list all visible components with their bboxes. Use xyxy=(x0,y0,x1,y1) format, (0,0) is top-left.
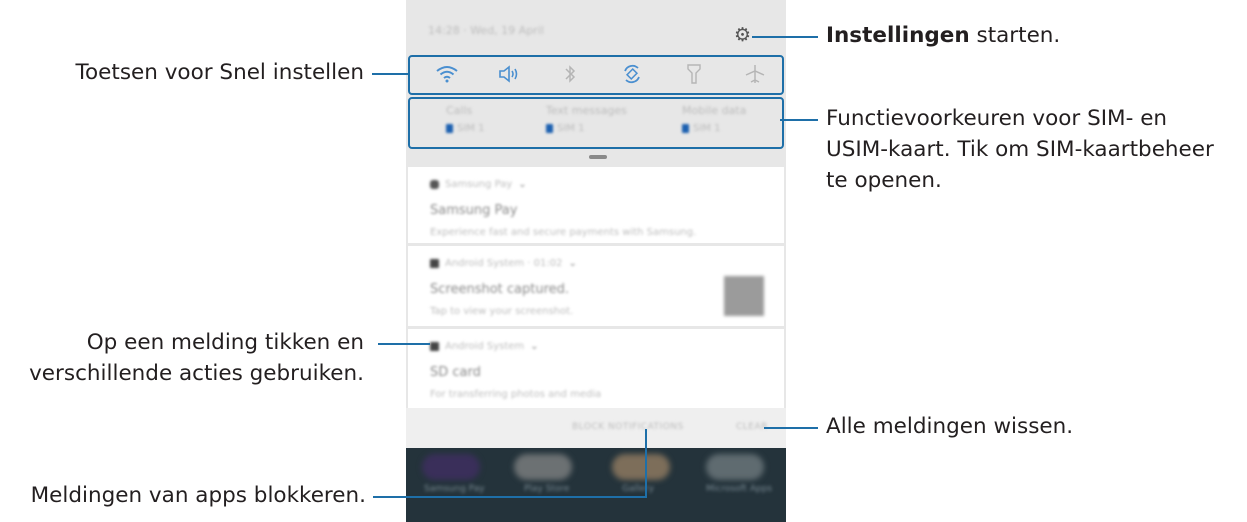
dock-label: Samsung Pay xyxy=(424,484,485,494)
notification-card[interactable]: Android System ⌄ SD card For transferring… xyxy=(408,329,784,408)
callout-settings: Instellingen starten. xyxy=(826,23,1061,48)
callout-line-sim xyxy=(780,119,818,121)
notification-text: For transferring photos and media xyxy=(430,389,602,400)
app-icon[interactable] xyxy=(612,454,670,480)
gear-icon[interactable]: ⚙ xyxy=(734,24,751,46)
notification-app-name: Android System xyxy=(445,341,525,352)
quick-settings-highlight xyxy=(408,55,784,95)
screenshot-thumbnail[interactable] xyxy=(724,276,764,316)
chevron-down-icon[interactable]: ⌄ xyxy=(518,179,526,190)
samsung-pay-app-icon xyxy=(430,180,439,189)
notification-header: 14:28 · Wed, 19 April ⚙ xyxy=(406,14,786,52)
callout-quick-settings: Toetsen voor Snel instellen xyxy=(75,60,364,85)
notification-text: Tap to view your screenshot. xyxy=(430,306,574,317)
notification-card[interactable]: Samsung Pay ⌄ Samsung Pay Experience fast… xyxy=(408,167,784,243)
sd-card-app-icon xyxy=(430,342,439,351)
status-datetime: 14:28 · Wed, 19 April xyxy=(428,24,544,37)
app-icon[interactable] xyxy=(514,454,572,480)
notification-title: Samsung Pay xyxy=(430,203,518,218)
callout-line-settings xyxy=(752,36,818,38)
dock-label: Play Store xyxy=(524,484,570,494)
drag-handle[interactable] xyxy=(589,155,607,159)
notification-card[interactable]: Android System · 01:02 ⌄ Screenshot captu… xyxy=(408,246,784,326)
callout-line-quick-settings xyxy=(372,73,408,75)
callout-block: Meldingen van apps blokkeren. xyxy=(30,483,366,508)
notification-text: Experience fast and secure payments with… xyxy=(430,227,697,238)
notification-app-name: Samsung Pay xyxy=(445,179,513,190)
sim-preferences-highlight xyxy=(408,97,784,149)
callout-sim: Functievoorkeuren voor SIM- en USIM-kaar… xyxy=(826,106,1214,193)
image-app-icon xyxy=(430,259,439,268)
dock-label: Gallery xyxy=(622,484,655,494)
chevron-down-icon[interactable]: ⌄ xyxy=(569,258,577,269)
callout-line-block-vertical xyxy=(645,429,647,498)
block-notifications-button[interactable]: BLOCK NOTIFICATIONS xyxy=(572,422,684,432)
chevron-down-icon[interactable]: ⌄ xyxy=(530,341,538,352)
notification-actions: BLOCK NOTIFICATIONS CLEAR xyxy=(406,408,786,448)
callout-notification: Op een melding tikken en verschillende a… xyxy=(29,330,364,386)
notification-title: Screenshot captured. xyxy=(430,282,570,297)
dock-label: Microsoft Apps xyxy=(706,484,773,494)
notification-app-name: Android System · 01:02 xyxy=(445,258,563,269)
callout-line-clear xyxy=(764,427,818,429)
callout-line-notification xyxy=(378,343,430,345)
home-dock: Samsung Pay Play Store Gallery Microsoft… xyxy=(406,448,786,522)
callout-clear: Alle meldingen wissen. xyxy=(826,414,1074,439)
notification-title: SD card xyxy=(430,365,481,380)
app-icon[interactable] xyxy=(422,454,480,480)
callout-line-block xyxy=(373,496,647,498)
app-icon[interactable] xyxy=(706,454,764,480)
